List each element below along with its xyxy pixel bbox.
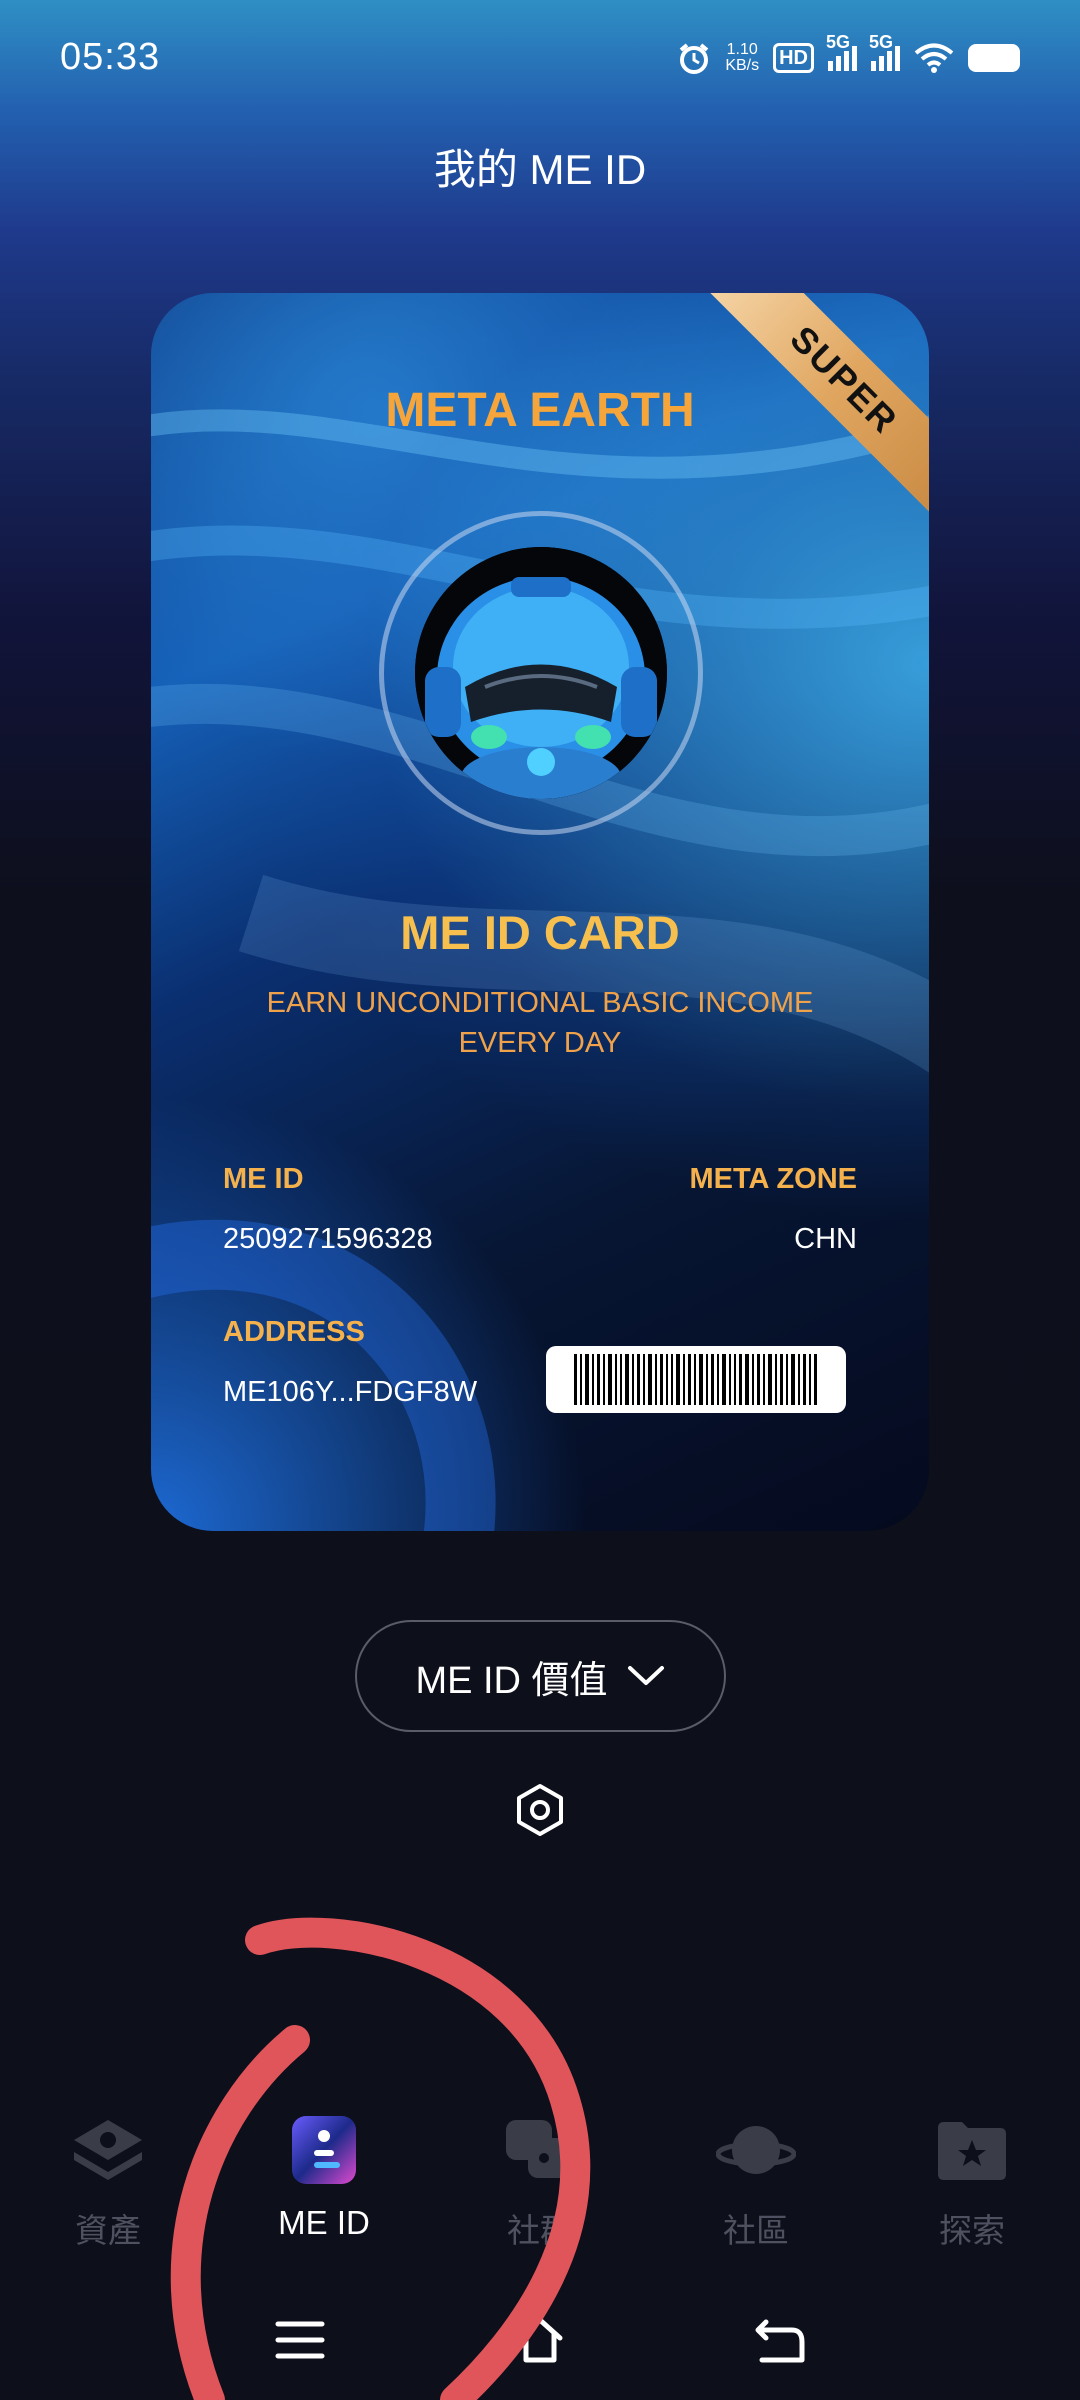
nav-label-explore: 探索 <box>939 2212 1005 2249</box>
card-subtitle-line2: EVERY DAY <box>458 1027 622 1059</box>
nav-label-social: 社群 <box>507 2212 573 2249</box>
barcode[interactable] <box>546 1346 846 1413</box>
settings-button[interactable] <box>512 1782 568 1838</box>
status-icons: 1.10 KB/s HD 5G 5G <box>677 32 1020 78</box>
net-speed-value: 1.10 <box>726 41 758 58</box>
nav-label-me-id: ME ID <box>278 2204 370 2241</box>
me-id-icon <box>284 2110 364 2190</box>
explore-folder-icon <box>932 2110 1012 2190</box>
social-icon <box>500 2110 580 2190</box>
net-speed-unit: KB/s <box>725 57 760 74</box>
net-speed: 1.10 KB/s <box>725 42 759 74</box>
wifi-icon <box>914 43 954 73</box>
me-id-value-dropdown[interactable]: ME ID 價值 <box>355 1620 726 1732</box>
nav-item-community[interactable]: 社區 <box>666 2110 846 2252</box>
nav-label-community: 社區 <box>723 2212 789 2249</box>
bottom-nav: 資產 ME ID 社群 社區 探索 <box>0 2110 1080 2260</box>
meta-zone-label: META ZONE <box>689 1163 857 1195</box>
alarm-icon <box>680 43 709 74</box>
card-subtitle-line1: EARN UNCONDITIONAL BASIC INCOME <box>266 987 814 1019</box>
avatar[interactable] <box>415 547 667 799</box>
robot-avatar-icon <box>415 547 667 799</box>
back-button[interactable] <box>752 2312 808 2368</box>
back-icon <box>755 2319 805 2363</box>
me-id-card[interactable]: SUPER META EARTH ME ID CARD EARN UNCONDI… <box>151 293 929 1531</box>
signal-label-2: 5G <box>869 31 894 52</box>
home-button[interactable] <box>512 2312 568 2368</box>
menu-icon <box>275 2321 325 2359</box>
nav-item-social[interactable]: 社群 <box>450 2110 630 2252</box>
battery-icon <box>968 44 1020 72</box>
me-id-value: 2509271596328 <box>223 1223 433 1255</box>
address-value[interactable]: ME106Y...FDGF8W <box>223 1376 477 1409</box>
meta-zone-value: CHN <box>794 1223 857 1255</box>
chevron-down-icon <box>627 1666 664 1685</box>
brand-title: META EARTH <box>385 384 695 437</box>
me-id-label: ME ID <box>223 1163 304 1195</box>
nav-item-explore[interactable]: 探索 <box>882 2110 1062 2252</box>
nav-label-assets: 資產 <box>75 2212 141 2249</box>
system-nav-bar <box>0 2300 1080 2380</box>
signal-5g-icon: 5G <box>826 32 857 71</box>
signal-5g-icon-2: 5G <box>869 32 900 71</box>
hexagon-settings-icon <box>517 1784 563 1836</box>
assets-icon <box>68 2110 148 2190</box>
signal-label: 5G <box>826 31 851 52</box>
nav-item-me-id[interactable]: ME ID <box>234 2110 414 2242</box>
home-icon <box>517 2317 563 2363</box>
address-label: ADDRESS <box>223 1316 365 1348</box>
status-bar: 05:33 1.10 KB/s HD 5G 5G <box>0 0 1080 110</box>
menu-button[interactable] <box>272 2312 328 2368</box>
card-subtitle: EARN UNCONDITIONAL BASIC INCOME EVERY DA… <box>211 983 869 1063</box>
card-title: ME ID CARD <box>400 906 680 959</box>
status-time: 05:33 <box>60 36 161 78</box>
page-title: 我的 ME ID <box>433 146 647 193</box>
barcode-icon <box>574 1354 817 1405</box>
hd-voice-icon: HD <box>773 43 814 73</box>
nav-item-assets[interactable]: 資產 <box>18 2110 198 2252</box>
value-dropdown-label: ME ID 價值 <box>415 1659 608 1702</box>
community-planet-icon <box>715 2110 797 2190</box>
